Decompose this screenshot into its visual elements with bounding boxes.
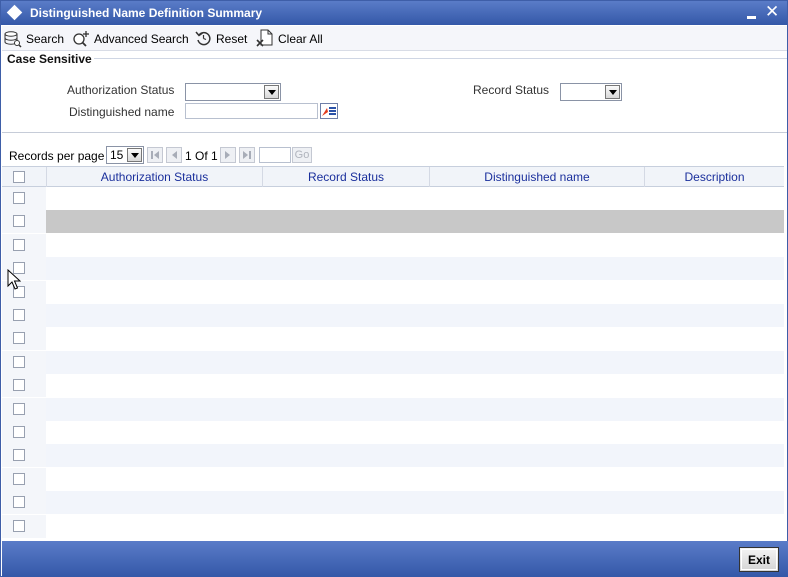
table-row[interactable] [46, 374, 784, 398]
section-divider [94, 58, 787, 59]
records-per-page-value: 15 [110, 148, 124, 162]
row-checkbox-cell [2, 350, 46, 374]
toolbar: Search Advanced Search Reset Clear All [2, 26, 787, 51]
row-checkbox[interactable] [13, 449, 25, 462]
row-checkbox-cell [2, 397, 46, 421]
next-page-icon[interactable] [220, 147, 236, 163]
table-row[interactable] [46, 350, 784, 374]
row-checkbox[interactable] [13, 402, 25, 415]
row-checkbox-cell [2, 467, 46, 491]
clear-all-icon [256, 29, 273, 47]
records-per-page-select[interactable]: 15 [106, 146, 144, 164]
row-checkbox[interactable] [13, 519, 25, 532]
close-icon[interactable]: ✕ [765, 2, 779, 22]
table-row[interactable] [46, 421, 784, 444]
grid-header: Authorization Status Record Status Disti… [2, 166, 784, 187]
authorization-status-label: Authorization Status [67, 83, 175, 97]
row-checkbox-cell [2, 304, 46, 327]
title-bar: Distinguished Name Definition Summary ✕ [1, 1, 787, 25]
footer-bar: Exit [2, 541, 788, 577]
last-page-icon[interactable] [239, 147, 255, 163]
row-checkbox[interactable] [13, 379, 25, 392]
advanced-search-label: Advanced Search [94, 31, 189, 46]
table-row[interactable] [46, 257, 784, 281]
table-row[interactable] [46, 514, 784, 538]
row-checkbox[interactable] [13, 496, 25, 509]
table-row[interactable] [46, 210, 784, 234]
table-row[interactable] [46, 327, 784, 351]
list-of-values-icon[interactable] [320, 103, 338, 119]
row-checkbox[interactable] [13, 309, 25, 321]
page-info: 1 Of 1 [185, 149, 218, 163]
table-row[interactable] [46, 280, 784, 304]
previous-page-icon[interactable] [166, 147, 182, 163]
authorization-status-select[interactable] [185, 83, 281, 101]
column-header-record-status[interactable]: Record Status [262, 167, 429, 187]
page-jump-input[interactable] [259, 147, 291, 163]
minimize-icon[interactable] [747, 16, 756, 19]
row-checkbox[interactable] [13, 332, 25, 345]
row-checkbox-cell [2, 187, 46, 210]
row-checkbox-cell [2, 491, 46, 515]
diamond-icon [6, 4, 23, 21]
table-row[interactable] [46, 304, 784, 327]
reset-icon [195, 31, 211, 46]
row-checkbox-cell [2, 210, 46, 234]
summary-window: Distinguished Name Definition Summary ✕ … [0, 0, 788, 577]
table-row[interactable] [46, 491, 784, 515]
select-all-checkbox[interactable] [13, 171, 25, 183]
chevron-down-icon[interactable] [264, 85, 279, 99]
go-button[interactable]: Go [292, 147, 312, 163]
row-checkbox[interactable] [13, 192, 25, 204]
row-checkbox[interactable] [13, 355, 25, 368]
mouse-cursor-icon [7, 269, 21, 290]
column-header-description[interactable]: Description [644, 167, 784, 187]
table-row[interactable] [46, 444, 784, 468]
table-row[interactable] [46, 397, 784, 421]
row-checkbox[interactable] [13, 472, 25, 485]
row-checkbox[interactable] [13, 426, 25, 438]
distinguished-name-label: Distinguished name [69, 105, 175, 119]
reset-label: Reset [216, 31, 248, 46]
row-checkbox-cell [2, 421, 46, 444]
chevron-down-icon[interactable] [605, 85, 620, 99]
chevron-down-icon[interactable] [127, 148, 142, 162]
advanced-search-icon [73, 30, 89, 47]
row-checkbox-cell [2, 444, 46, 468]
results-grid: Authorization Status Record Status Disti… [2, 166, 787, 539]
row-checkbox-cell [2, 233, 46, 257]
search-button[interactable]: Search [4, 26, 64, 51]
record-status-label: Record Status [473, 83, 550, 97]
column-header-distinguished-name[interactable]: Distinguished name [429, 167, 644, 187]
table-row[interactable] [46, 467, 784, 491]
column-header-authorization-status[interactable]: Authorization Status [46, 167, 262, 187]
window-title: Distinguished Name Definition Summary [30, 6, 263, 20]
row-checkbox[interactable] [13, 215, 25, 228]
clear-all-button[interactable]: Clear All [256, 26, 323, 51]
database-search-icon [4, 30, 22, 48]
records-per-page-label: Records per page [9, 149, 105, 163]
row-checkbox[interactable] [13, 238, 25, 251]
distinguished-name-input[interactable] [185, 103, 318, 119]
reset-button[interactable]: Reset [195, 26, 247, 51]
pagination-bar: Records per page 15 1 Of 1 Go [2, 144, 642, 166]
row-checkbox-cell [2, 374, 46, 398]
clear-all-label: Clear All [278, 31, 323, 46]
case-sensitive-label: Case Sensitive [7, 52, 92, 66]
record-status-select[interactable] [560, 83, 622, 101]
section-separator [2, 132, 787, 133]
table-row[interactable] [46, 187, 784, 210]
search-label: Search [26, 31, 65, 46]
first-page-icon[interactable] [147, 147, 163, 163]
advanced-search-button[interactable]: Advanced Search [72, 26, 189, 51]
table-row[interactable] [46, 233, 784, 257]
row-checkbox-cell [2, 327, 46, 351]
exit-button[interactable]: Exit [739, 547, 779, 572]
row-checkbox-cell [2, 514, 46, 538]
